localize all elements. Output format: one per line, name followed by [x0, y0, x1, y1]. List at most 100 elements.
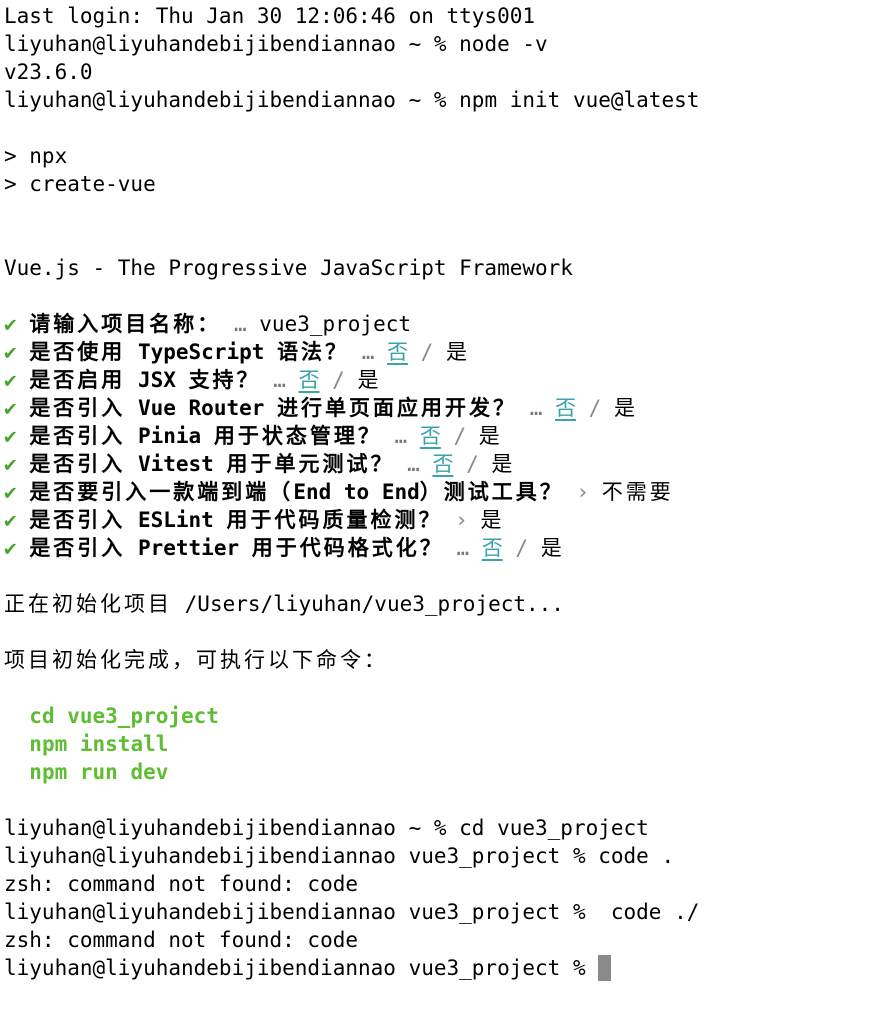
question-keyword: Vitest [137, 452, 214, 476]
shell-prompt: liyuhan@liyuhandebijibendiannao ~ % [4, 32, 460, 56]
question-keyword: End to End [293, 480, 420, 504]
ellipsis: … [394, 424, 408, 448]
option-no-selected: 否 [432, 452, 454, 476]
option-no-selected: 否 [387, 340, 409, 364]
chevron-right-icon: › [455, 508, 468, 532]
question-suffix: 用于代码格式化？ [251, 536, 444, 560]
option-no-selected: 否 [555, 396, 577, 420]
chevron-right-icon: › [576, 480, 590, 504]
next-command: npm install [29, 732, 169, 756]
question-prefix: 是否引入 [29, 508, 126, 532]
option-no-selected: 否 [298, 368, 320, 392]
command-text: npm init vue@latest [459, 88, 700, 112]
option-separator: / [502, 536, 541, 560]
command-text: cd vue3_project [459, 816, 649, 840]
ellipsis: … [233, 312, 247, 336]
option-separator: / [319, 368, 358, 392]
check-icon: ✔ [4, 340, 17, 364]
question-keyword: TypeScript [137, 340, 265, 364]
command-line: liyuhan@liyuhandebijibendiannao vue3_pro… [4, 842, 884, 870]
command-line: liyuhan@liyuhandebijibendiannao ~ % cd v… [4, 814, 884, 842]
answer-text: 不需要 [601, 480, 674, 504]
wizard-question-project-name: ✔ 请输入项目名称： … vue3_project [4, 310, 884, 338]
next-command: npm run dev [29, 760, 169, 784]
question-keyword: JSX [137, 368, 176, 392]
next-command-line: cd vue3_project [4, 702, 884, 730]
init-done-line: 项目初始化完成，可执行以下命令： [4, 648, 388, 672]
wizard-question-vitest: ✔ 是否引入 Vitest 用于单元测试？ … 否 / 是 [4, 450, 884, 478]
answer-text: 是 [480, 508, 502, 532]
check-icon: ✔ [4, 396, 17, 420]
shell-prompt: liyuhan@liyuhandebijibendiannao vue3_pro… [4, 844, 599, 868]
question-suffix: 语法？ [277, 340, 350, 364]
question-suffix: 进行单页面应用开发？ [277, 396, 518, 420]
check-icon: ✔ [4, 424, 17, 448]
initializing-path: /Users/liyuhan/vue3_project... [184, 592, 564, 616]
command-line: liyuhan@liyuhandebijibendiannao ~ % npm … [4, 86, 884, 114]
command-line: liyuhan@liyuhandebijibendiannao vue3_pro… [4, 898, 884, 926]
wizard-question-e2e: ✔ 是否要引入一款端到端（End to End）测试工具？ › 不需要 [4, 478, 884, 506]
question-prefix: 是否启用 [29, 368, 126, 392]
active-prompt-line[interactable]: liyuhan@liyuhandebijibendiannao vue3_pro… [4, 954, 884, 982]
npx-line: > npx [4, 144, 68, 168]
shell-prompt: liyuhan@liyuhandebijibendiannao vue3_pro… [4, 956, 599, 980]
question-suffix: 用于状态管理？ [213, 424, 382, 448]
check-icon: ✔ [4, 312, 17, 336]
terminal-output: Last login: Thu Jan 30 12:06:46 on ttys0… [4, 2, 884, 982]
text-cursor[interactable] [598, 955, 612, 981]
ellipsis: … [529, 396, 543, 420]
create-vue-line: > create-vue [4, 172, 156, 196]
command-line: liyuhan@liyuhandebijibendiannao ~ % node… [4, 30, 884, 58]
check-icon: ✔ [4, 368, 17, 392]
question-keyword: Prettier [137, 536, 240, 560]
option-no-selected: 否 [481, 536, 503, 560]
next-command-line: npm run dev [4, 758, 884, 786]
ellipsis: … [456, 536, 470, 560]
option-separator: / [408, 340, 446, 364]
check-icon: ✔ [4, 536, 17, 560]
question-prefix: 是否引入 [29, 424, 126, 448]
wizard-question-prettier: ✔ 是否引入 Prettier 用于代码格式化？ … 否 / 是 [4, 534, 884, 562]
ellipsis: … [273, 368, 286, 392]
question-prefix: 是否引入 [29, 396, 126, 420]
option-yes: 是 [357, 368, 379, 392]
answer-text: vue3_project [259, 312, 411, 336]
wizard-question-pinia: ✔ 是否引入 Pinia 用于状态管理？ … 否 / 是 [4, 422, 884, 450]
option-separator: / [576, 396, 614, 420]
option-yes: 是 [491, 452, 513, 476]
ellipsis: … [407, 452, 420, 476]
question-suffix: ）测试工具？ [419, 480, 564, 504]
option-separator: / [440, 424, 479, 448]
next-command-line: npm install [4, 730, 884, 758]
wizard-question-vue-router: ✔ 是否引入 Vue Router 进行单页面应用开发？ … 否 / 是 [4, 394, 884, 422]
option-yes: 是 [478, 424, 500, 448]
terminal-window[interactable]: { "session": { "last_login": "Last login… [0, 0, 888, 1028]
question-suffix: 用于单元测试？ [226, 452, 395, 476]
wizard-question-eslint: ✔ 是否引入 ESLint 用于代码质量检测？ › 是 [4, 506, 884, 534]
question-text: 请输入项目名称： [29, 312, 222, 336]
node-version-output: v23.6.0 [4, 60, 93, 84]
wizard-question-jsx: ✔ 是否启用 JSX 支持？ … 否 / 是 [4, 366, 884, 394]
question-prefix: 是否引入 [29, 452, 126, 476]
shell-prompt: liyuhan@liyuhandebijibendiannao vue3_pro… [4, 900, 599, 924]
last-login-line: Last login: Thu Jan 30 12:06:46 on ttys0… [4, 4, 536, 28]
option-yes: 是 [445, 340, 467, 364]
command-text: node -v [459, 32, 548, 56]
question-prefix: 是否引入 [29, 536, 126, 560]
command-text: code ./ [598, 900, 700, 924]
error-line: zsh: command not found: code [4, 872, 359, 896]
initializing-label: 正在初始化项目 [4, 592, 172, 616]
next-command: cd vue3_project [29, 704, 219, 728]
shell-prompt: liyuhan@liyuhandebijibendiannao ~ % [4, 88, 460, 112]
ellipsis: … [361, 340, 375, 364]
wizard-question-typescript: ✔ 是否使用 TypeScript 语法？ … 否 / 是 [4, 338, 884, 366]
option-yes: 是 [613, 396, 635, 420]
error-line: zsh: command not found: code [4, 928, 359, 952]
question-keyword: Vue Router [137, 396, 265, 420]
